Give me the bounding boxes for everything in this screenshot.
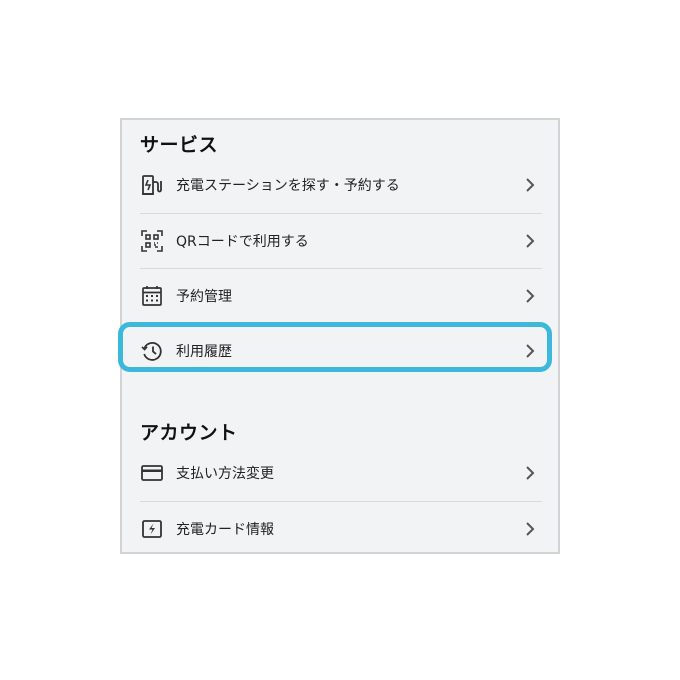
menu-item-label: 充電カード情報 bbox=[176, 522, 274, 538]
menu-item-label: QRコードで利用する bbox=[176, 234, 309, 250]
menu-item-usage-history[interactable]: 利用履歴 bbox=[140, 324, 542, 378]
section-title-account: アカウント bbox=[140, 422, 238, 444]
credit-card-icon bbox=[140, 461, 164, 485]
ev-charger-icon bbox=[140, 173, 164, 197]
chevron-right-icon bbox=[522, 233, 538, 249]
menu-item-label: 充電ステーションを探す・予約する bbox=[176, 178, 400, 194]
menu-item-qr-code[interactable]: QRコードで利用する bbox=[140, 214, 542, 268]
section-title-services: サービス bbox=[140, 134, 219, 156]
menu-item-label: 利用履歴 bbox=[176, 344, 232, 360]
menu-item-find-reserve-station[interactable]: 充電ステーションを探す・予約する bbox=[140, 158, 542, 212]
charge-card-icon bbox=[140, 517, 164, 541]
menu-item-label: 支払い方法変更 bbox=[176, 466, 274, 482]
chevron-right-icon bbox=[522, 465, 538, 481]
menu-item-label: 予約管理 bbox=[176, 289, 232, 305]
qr-scan-icon bbox=[140, 229, 164, 253]
chevron-right-icon bbox=[522, 177, 538, 193]
chevron-right-icon bbox=[522, 343, 538, 359]
history-icon bbox=[140, 339, 164, 363]
chevron-right-icon bbox=[522, 288, 538, 304]
calendar-icon bbox=[140, 284, 164, 308]
menu-panel: サービス 充電ステーションを探す・予約する QRコードで利用する 予約管理 利用… bbox=[118, 118, 560, 556]
menu-item-change-payment[interactable]: 支払い方法変更 bbox=[140, 446, 542, 500]
menu-item-reservation-management[interactable]: 予約管理 bbox=[140, 269, 542, 323]
chevron-right-icon bbox=[522, 521, 538, 537]
menu-item-charge-card-info[interactable]: 充電カード情報 bbox=[140, 502, 542, 556]
